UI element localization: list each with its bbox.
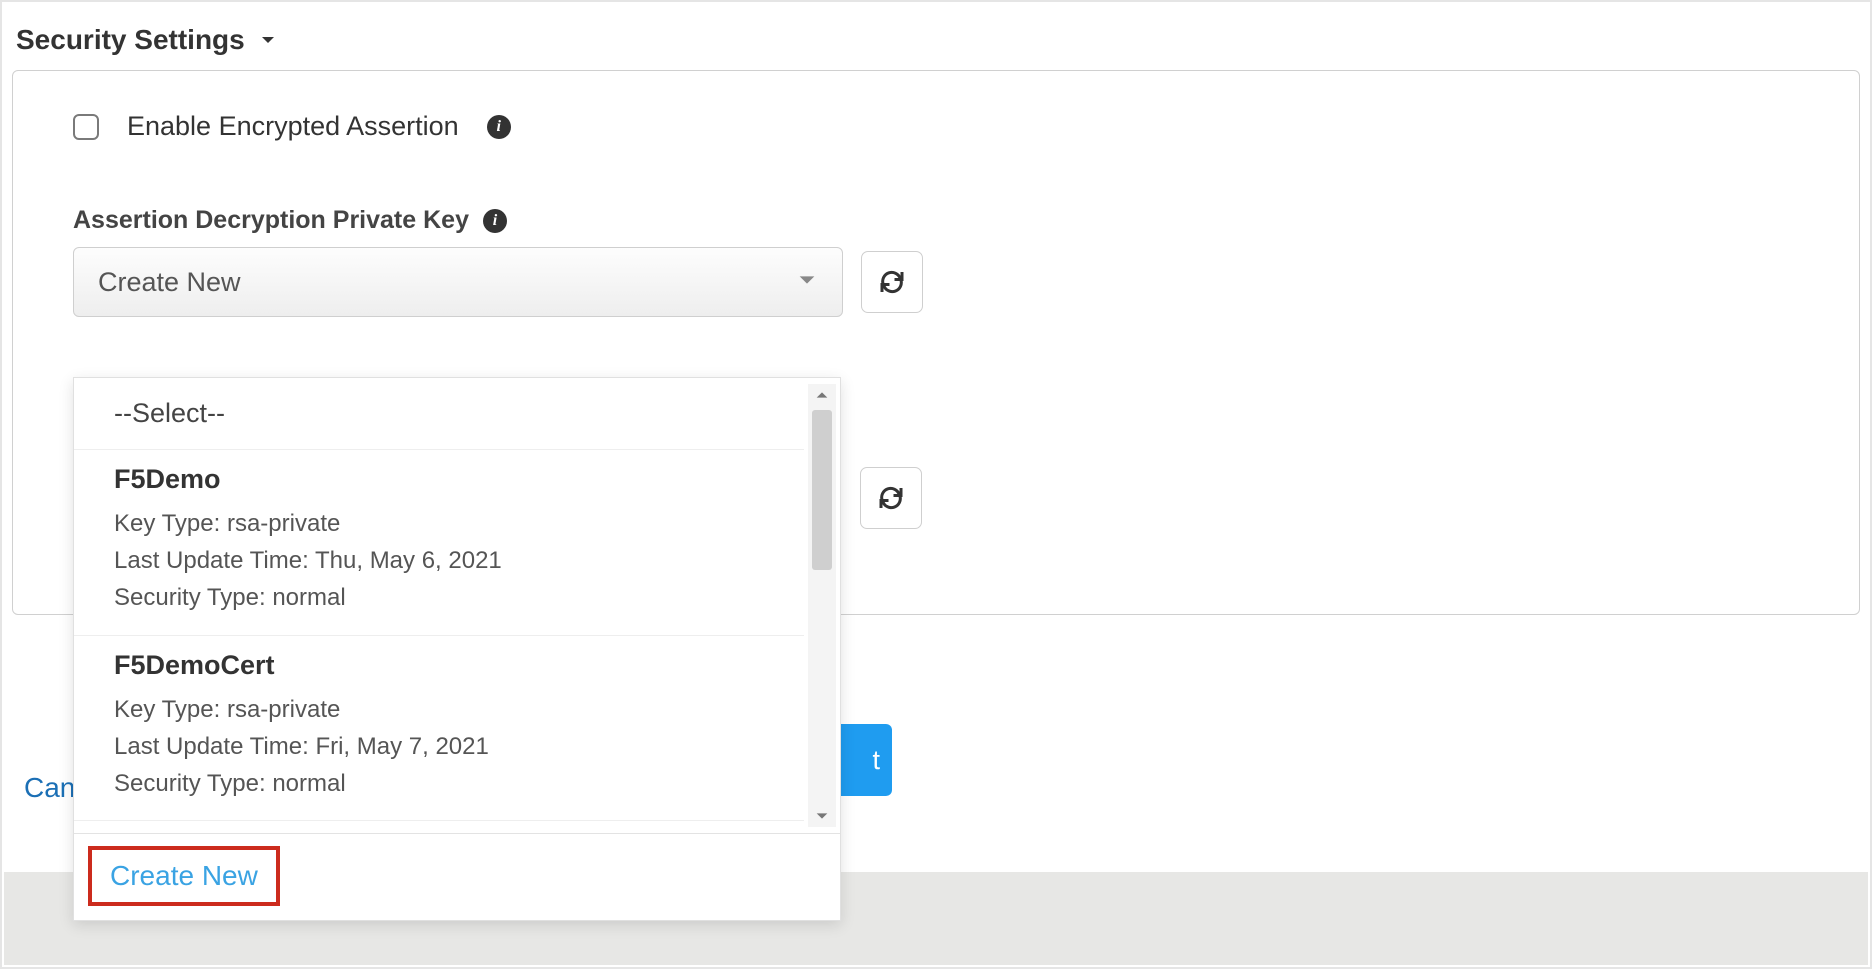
enable-encrypted-assertion-checkbox[interactable]: [73, 114, 99, 140]
dropdown-option-meta: Key Type: rsa-private Last Update Time: …: [114, 691, 764, 803]
dropdown-content: --Select-- F5Demo Key Type: rsa-private …: [74, 378, 840, 833]
page-root: Security Settings Enable Encrypted Asser…: [0, 0, 1872, 969]
scroll-down-arrow-icon[interactable]: [808, 805, 836, 827]
assertion-key-dropdown: --Select-- F5Demo Key Type: rsa-private …: [73, 377, 841, 921]
assertion-key-select-row: Create New: [73, 247, 1799, 317]
chevron-down-icon: [796, 267, 818, 298]
scroll-up-arrow-icon[interactable]: [808, 384, 836, 406]
assertion-key-label-text: Assertion Decryption Private Key: [73, 206, 469, 235]
dropdown-placeholder-option[interactable]: --Select--: [74, 378, 804, 450]
dropdown-scroll-area: --Select-- F5Demo Key Type: rsa-private …: [74, 378, 840, 833]
info-icon[interactable]: i: [487, 115, 511, 139]
info-icon[interactable]: i: [483, 209, 507, 233]
scrollbar[interactable]: [808, 384, 836, 827]
refresh-button[interactable]: [861, 251, 923, 313]
create-new-link[interactable]: Create New: [88, 846, 280, 906]
enable-encrypted-assertion-label: Enable Encrypted Assertion: [127, 111, 459, 142]
enable-encrypted-assertion-row: Enable Encrypted Assertion i: [73, 111, 1799, 142]
dropdown-option-f5democert[interactable]: F5DemoCert Key Type: rsa-private Last Up…: [74, 636, 804, 822]
next-button-fragment: t: [872, 745, 880, 776]
dropdown-footer: Create New: [74, 833, 840, 920]
dropdown-option-title: F5Demo: [114, 464, 764, 495]
dropdown-option-f5demo[interactable]: F5Demo Key Type: rsa-private Last Update…: [74, 450, 804, 636]
next-button[interactable]: t: [832, 724, 892, 796]
dropdown-option-partial[interactable]: [74, 821, 804, 833]
cancel-link[interactable]: Can: [24, 772, 75, 804]
refresh-button-2[interactable]: [860, 467, 922, 529]
section-title: Security Settings: [16, 24, 245, 56]
assertion-key-selected-value: Create New: [98, 267, 241, 298]
dropdown-option-title: F5DemoCert: [114, 650, 764, 681]
scroll-thumb[interactable]: [812, 410, 832, 570]
assertion-key-select[interactable]: Create New: [73, 247, 843, 317]
caret-down-icon: [259, 24, 277, 56]
assertion-key-field-label: Assertion Decryption Private Key i: [73, 206, 1799, 235]
section-header[interactable]: Security Settings: [2, 2, 1870, 64]
dropdown-option-meta: Key Type: rsa-private Last Update Time: …: [114, 505, 764, 617]
